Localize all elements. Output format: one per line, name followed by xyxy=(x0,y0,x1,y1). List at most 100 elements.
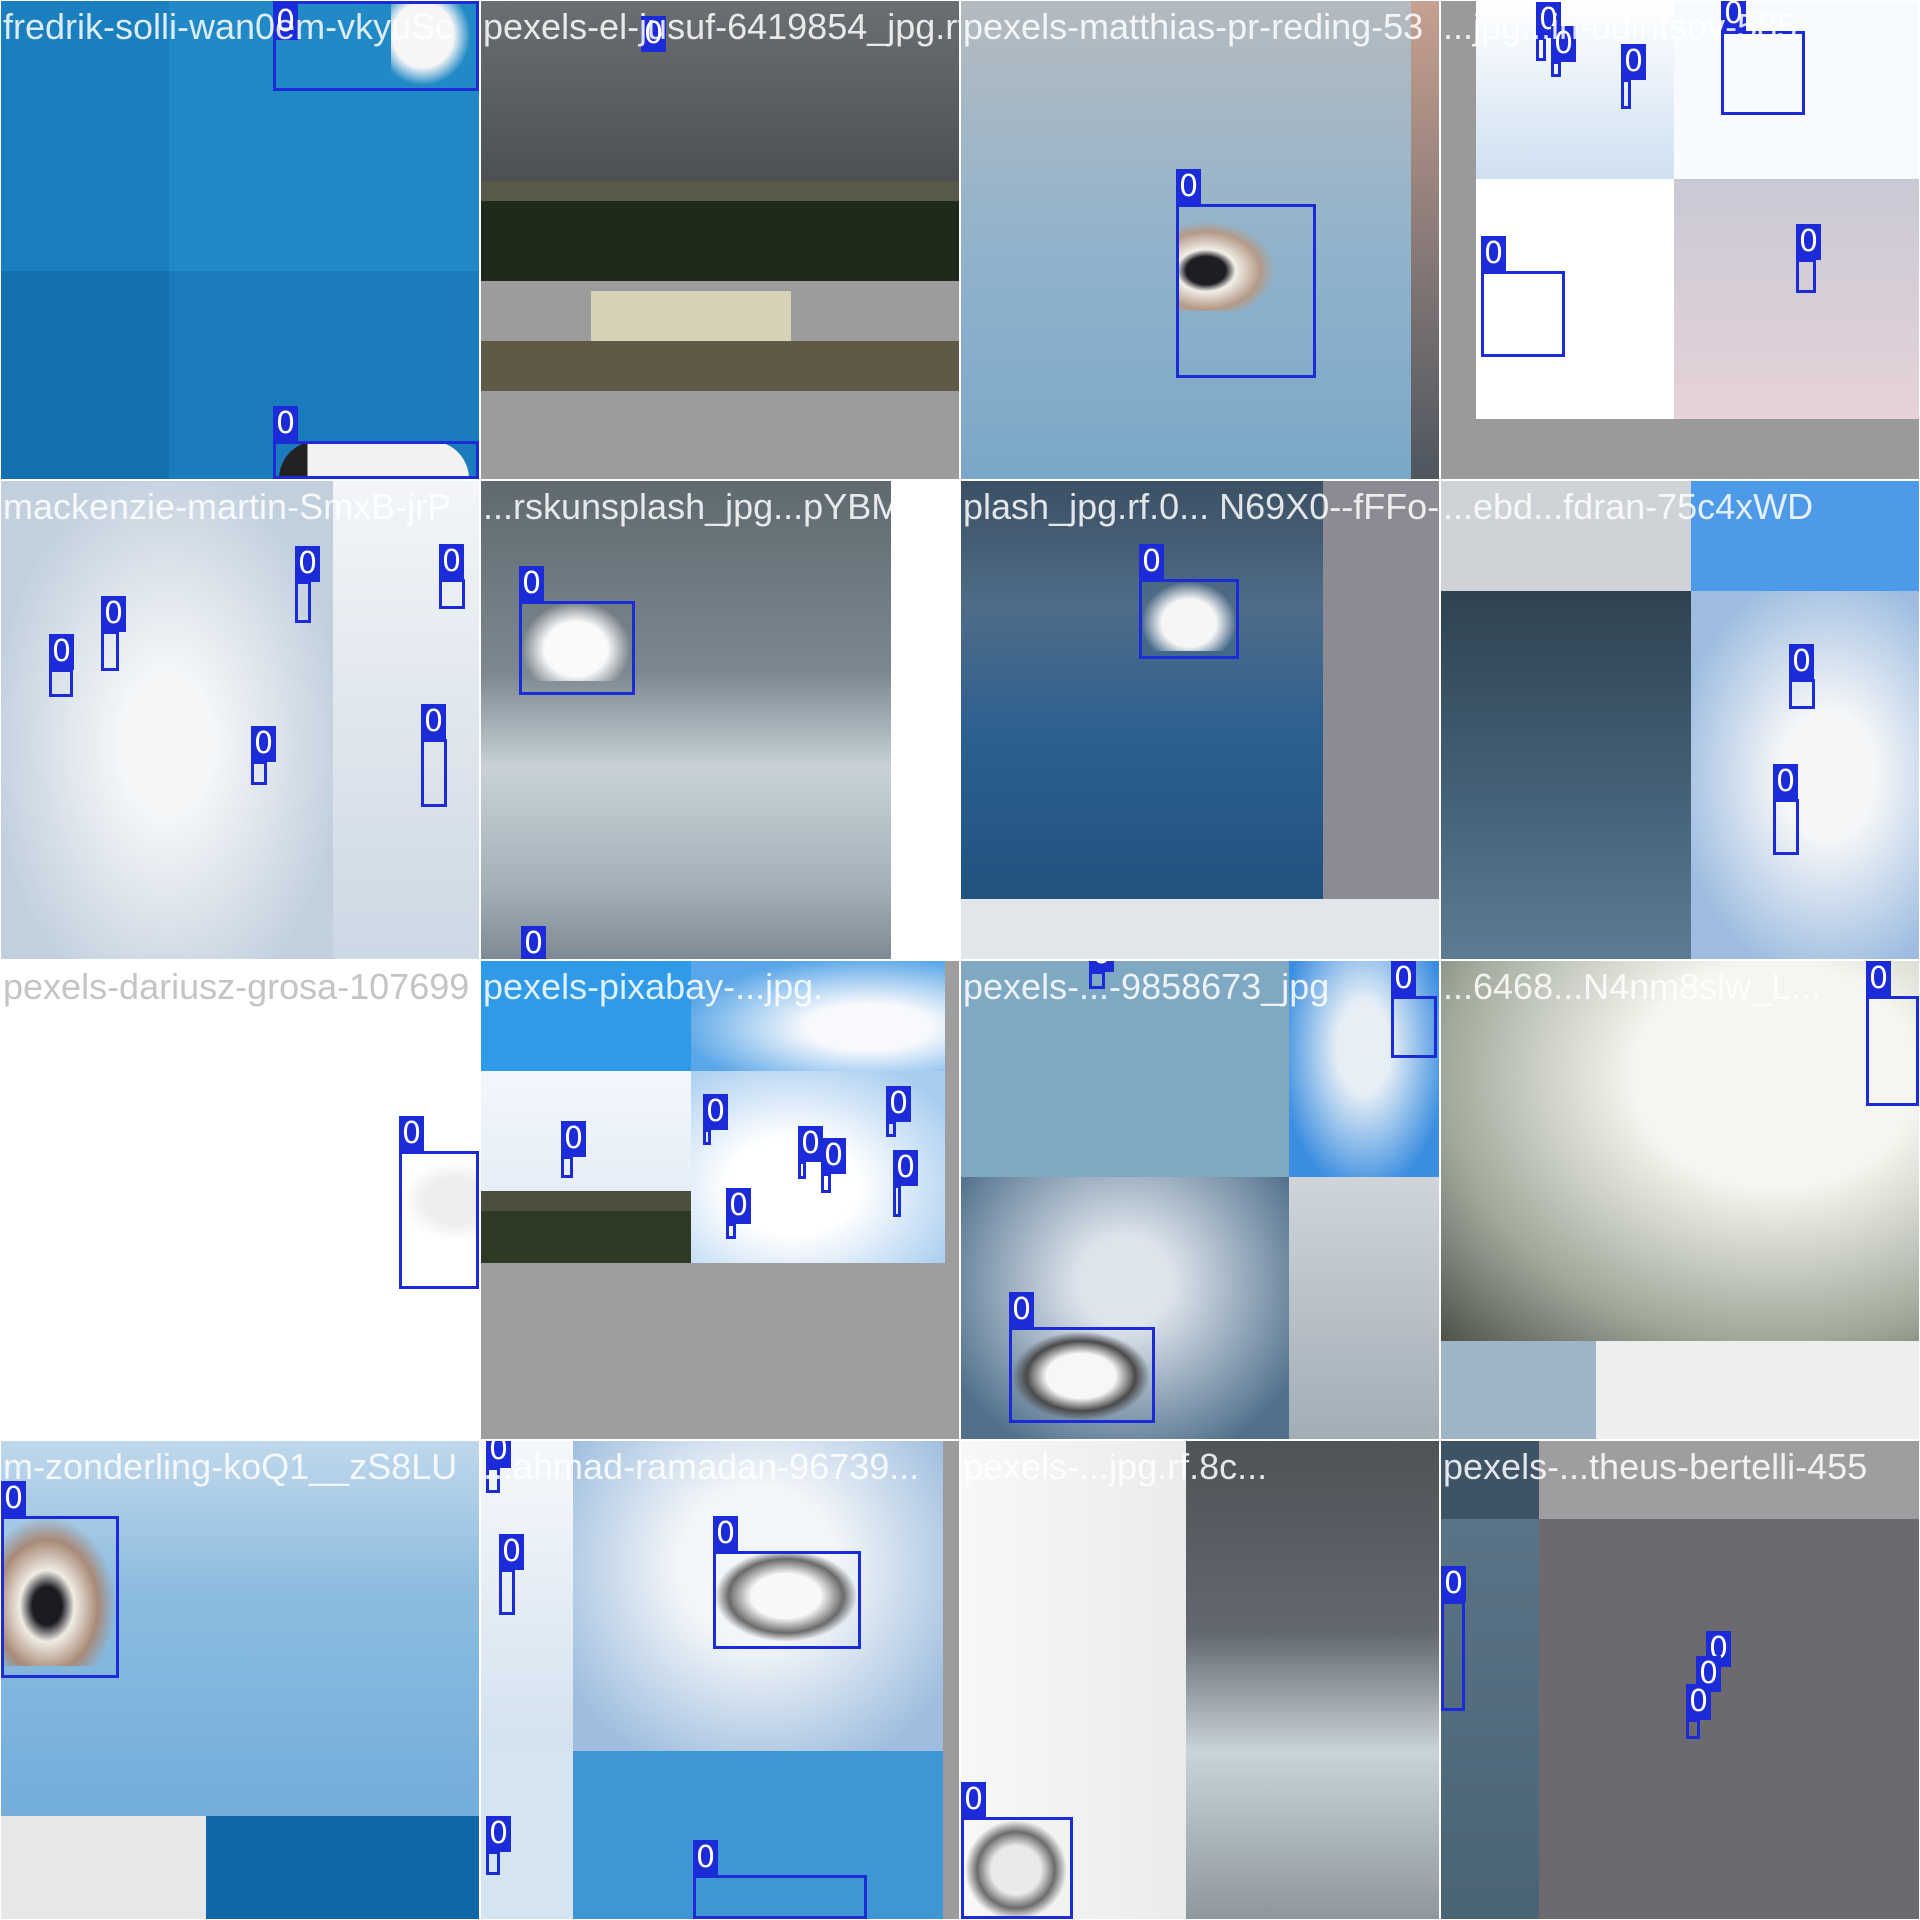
tile-6: plash_jpg.rf.0... N69X0--fFFo-uns 0 xyxy=(961,481,1439,959)
tile-filename: pexels-...theus-bertelli-455 xyxy=(1443,1446,1868,1487)
detection-box: 0 xyxy=(499,1534,525,1615)
detection-box: 0 xyxy=(273,406,479,479)
tile-filename: mackenzie-martin-SmxB-jrP xyxy=(3,486,452,527)
class-label: 0 xyxy=(101,596,127,632)
detection-box: 0 xyxy=(703,1094,729,1145)
detection-box: 0 xyxy=(399,1116,479,1289)
class-label: 0 xyxy=(1481,236,1507,272)
class-label: 0 xyxy=(521,926,547,959)
tile-background xyxy=(1441,961,1919,1439)
detection-box: 0 xyxy=(1176,169,1316,378)
class-label: 0 xyxy=(421,704,447,740)
class-label: 0 xyxy=(693,1840,719,1876)
detection-box: 0 xyxy=(519,566,635,695)
tile-filename: pexels-el-jusuf-6419854_jpg.rf.f8505f3..… xyxy=(483,6,959,47)
class-label: 0 xyxy=(439,544,465,580)
tile-13: ...ahmad-ramadan-96739... 0 0 0 0 0 xyxy=(481,1441,959,1919)
tile-14: pexels-...jpg.rf.8c... 0 xyxy=(961,1441,1439,1919)
detection-box: 0 xyxy=(251,726,277,785)
detection-box: 0 xyxy=(561,1121,587,1178)
tile-2: pexels-matthias-pr-reding-53 0 xyxy=(961,1,1439,479)
mosaic-grid: fredrik-solli-wan0em-vkyuSc 0 0 pexels-e… xyxy=(0,0,1920,1920)
class-label: 0 xyxy=(1789,644,1815,680)
detection-box: 0 xyxy=(295,546,321,623)
detection-box: 0 xyxy=(893,1150,919,1217)
detection-box: 0 xyxy=(1621,44,1647,109)
class-label: 0 xyxy=(486,1816,512,1852)
class-label: 0 xyxy=(1686,1684,1712,1720)
detection-box: 0 xyxy=(439,544,465,609)
class-label: 0 xyxy=(1391,961,1417,997)
class-label: 0 xyxy=(798,1126,824,1162)
tile-12: m-zonderling-koQ1__zS8LU 0 xyxy=(1,1441,479,1919)
tile-3: ...jpg...in-odintsov-585 0 0 0 0 0 0 xyxy=(1441,1,1919,479)
detection-box: 0 xyxy=(713,1516,861,1649)
tile-background xyxy=(1441,481,1919,959)
class-label: 0 xyxy=(1009,1292,1035,1328)
class-label: 0 xyxy=(1139,544,1165,580)
tile-filename: ...6468...N4nm8slw_L... xyxy=(1443,966,1822,1007)
detection-box: 0 xyxy=(1009,1292,1155,1423)
tile-background xyxy=(1441,1441,1919,1919)
tile-filename: ...ebd...fdran-75c4xWD xyxy=(1443,486,1814,527)
detection-box: 0 xyxy=(1481,236,1565,357)
tile-filename: pexels-...jpg.rf.8c... xyxy=(963,1446,1268,1487)
class-label: 0 xyxy=(499,1534,525,1570)
detection-box: 0 xyxy=(726,1188,752,1239)
tile-background xyxy=(481,961,959,1439)
tile-background xyxy=(481,481,959,959)
detection-box: 0 xyxy=(693,1840,867,1919)
tile-filename: ...rskunsplash_jpg...pYBMTIg-un xyxy=(483,486,959,527)
detection-box: 0 xyxy=(1441,1566,1467,1711)
detection-box: 0 xyxy=(101,596,127,671)
tile-8: pexels-dariusz-grosa-107699 0 xyxy=(1,961,479,1439)
class-label: 0 xyxy=(1773,764,1799,800)
detection-box: 0 xyxy=(49,634,75,697)
tile-background xyxy=(1,1441,479,1919)
tile-15: pexels-...theus-bertelli-455 0 0 0 0 xyxy=(1441,1441,1919,1919)
tile-0: fredrik-solli-wan0em-vkyuSc 0 0 xyxy=(1,1,479,479)
tile-filename: pexels-matthias-pr-reding-53 xyxy=(963,6,1424,47)
detection-box: 0 xyxy=(798,1126,824,1179)
tile-filename: pexels-pixabay-...jpg. xyxy=(483,966,824,1007)
class-label: 0 xyxy=(1796,224,1822,260)
detection-box: 0 xyxy=(1866,961,1919,1106)
class-label: 0 xyxy=(886,1086,912,1122)
class-label: 0 xyxy=(273,406,299,442)
class-label: 0 xyxy=(893,1150,919,1186)
tile-background xyxy=(481,1441,959,1919)
class-label: 0 xyxy=(961,1782,987,1818)
class-label: 0 xyxy=(251,726,277,762)
tile-filename: ...ahmad-ramadan-96739... xyxy=(483,1446,920,1487)
class-label: 0 xyxy=(1621,44,1647,80)
class-label: 0 xyxy=(726,1188,752,1224)
tile-background xyxy=(1,481,479,959)
tile-filename: m-zonderling-koQ1__zS8LU xyxy=(3,1446,458,1487)
tile-10: pexels-...-9858673_jpg 0 0 0 xyxy=(961,961,1439,1439)
detection-box: 0 xyxy=(1773,764,1799,855)
tile-9: pexels-pixabay-...jpg. 0 0 0 0 0 0 0 xyxy=(481,961,959,1439)
detection-box: 0 xyxy=(1391,961,1437,1058)
tile-filename: pexels-dariusz-grosa-107699 xyxy=(3,966,470,1007)
tile-5: ...rskunsplash_jpg...pYBMTIg-un 0 0 xyxy=(481,481,959,959)
tile-background xyxy=(961,481,1439,959)
class-label: 0 xyxy=(49,634,75,670)
class-label: 0 xyxy=(821,1138,847,1174)
detection-box: 0 xyxy=(1139,544,1239,659)
class-label: 0 xyxy=(713,1516,739,1552)
class-label: 0 xyxy=(519,566,545,602)
tile-11: ...6468...N4nm8slw_L... 0 xyxy=(1441,961,1919,1439)
tile-filename: ...jpg...in-odintsov-585 xyxy=(1443,6,1798,47)
tile-filename: fredrik-solli-wan0em-vkyuSc xyxy=(3,6,454,47)
detection-box: 0 xyxy=(1551,26,1577,77)
detection-box: 0 xyxy=(961,1782,1073,1919)
detection-box: 0 xyxy=(1686,1684,1712,1739)
detection-box: 0 xyxy=(886,1086,912,1137)
class-label: 0 xyxy=(561,1121,587,1157)
detection-box: 0 xyxy=(1,1481,119,1678)
tile-filename: pexels-...-9858673_jpg xyxy=(963,966,1330,1007)
class-label: 0 xyxy=(1866,961,1892,997)
detection-box: 0 xyxy=(1789,644,1815,709)
tile-background xyxy=(481,1,959,479)
class-label: 0 xyxy=(399,1116,425,1152)
